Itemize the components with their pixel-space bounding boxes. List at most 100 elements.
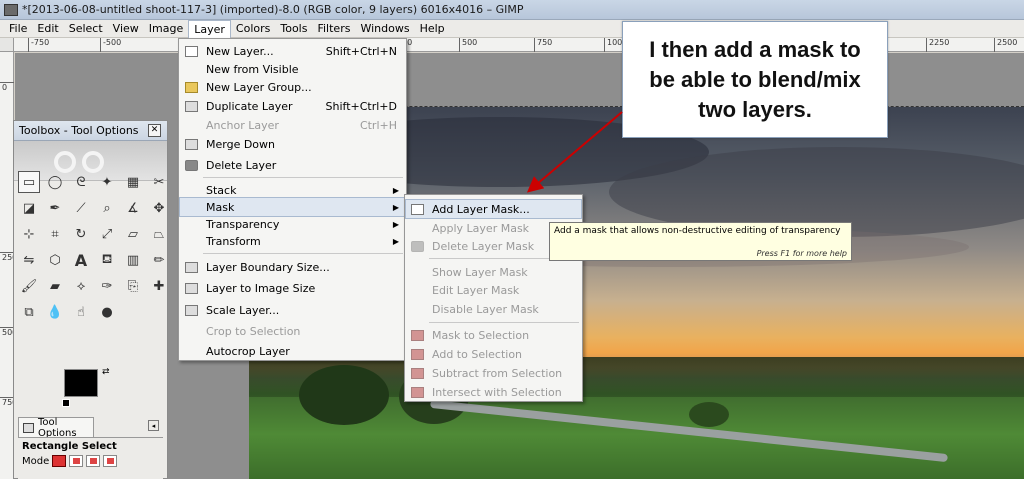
vertical-ruler[interactable]: 0 250 500 750 — [0, 52, 18, 479]
eraser-icon[interactable]: ▰ — [44, 275, 66, 297]
menu-item-subtract-from-selection[interactable]: Subtract from Selection — [406, 364, 581, 382]
move-icon[interactable]: ✥ — [148, 197, 170, 219]
blur-icon[interactable]: 💧 — [44, 301, 66, 323]
menu-image[interactable]: Image — [144, 20, 188, 38]
tab-tool-options[interactable]: Tool Options — [18, 417, 94, 439]
tool-options-icon — [23, 422, 34, 433]
zoom-icon[interactable]: ⌕ — [96, 197, 118, 219]
swap-colors-icon[interactable]: ⇄ — [102, 367, 110, 377]
cage-icon[interactable]: ⬡ — [44, 249, 66, 271]
menu-item-mask[interactable]: Mask ▶ — [179, 197, 406, 217]
menu-colors[interactable]: Colors — [231, 20, 275, 38]
menu-separator — [429, 322, 579, 323]
reset-colors-icon[interactable] — [62, 399, 70, 407]
menu-separator — [203, 177, 403, 178]
menu-view[interactable]: View — [108, 20, 144, 38]
airbrush-icon[interactable]: ⟡ — [70, 275, 92, 297]
menu-layer[interactable]: Layer — [188, 19, 231, 38]
tooltip-hint: Press F1 for more help — [756, 249, 847, 258]
ruler-corner[interactable] — [0, 38, 14, 52]
mode-replace-button[interactable] — [52, 455, 67, 467]
menu-item-mask-to-selection[interactable]: Mask to Selection — [406, 326, 581, 344]
scissors-icon[interactable]: ✂ — [148, 171, 170, 193]
color-select-icon[interactable]: ▦ — [122, 171, 144, 193]
menu-item-show-layer-mask[interactable]: Show Layer Mask — [406, 263, 581, 281]
crop-icon[interactable]: ⌗ — [44, 223, 66, 245]
clone-icon[interactable]: ⎘ — [122, 275, 144, 297]
tooltip-text: Add a mask that allows non-destructive e… — [554, 226, 841, 236]
menu-item-layer-boundary-size[interactable]: Layer Boundary Size... — [180, 258, 405, 276]
ruler-tick: -500 — [100, 38, 121, 52]
menu-item-new-layer[interactable]: New Layer... Shift+Ctrl+N — [180, 42, 405, 60]
dodge-burn-icon[interactable]: ● — [96, 301, 118, 323]
toolbox-title-bar[interactable]: Toolbox - Tool Options ✕ — [14, 121, 167, 141]
shear-icon[interactable]: ▱ — [122, 223, 144, 245]
tooltip: Add a mask that allows non-destructive e… — [549, 222, 852, 261]
menu-item-crop-to-selection[interactable]: Crop to Selection — [180, 322, 405, 340]
menu-item-autocrop-layer[interactable]: Autocrop Layer — [180, 342, 405, 360]
menu-item-delete-layer[interactable]: Delete Layer — [180, 156, 405, 174]
flip-icon[interactable]: ⇋ — [18, 249, 40, 271]
menu-item-merge-down[interactable]: Merge Down — [180, 135, 405, 153]
annotation-callout: I then add a mask to be able to blend/mi… — [622, 21, 888, 138]
menu-file[interactable]: File — [4, 20, 32, 38]
menu-windows[interactable]: Windows — [355, 20, 414, 38]
perspective-icon[interactable]: ⏢ — [148, 223, 170, 245]
menu-item-layer-to-image-size[interactable]: Layer to Image Size — [180, 279, 405, 297]
mode-add-button[interactable] — [69, 455, 84, 467]
foreground-color[interactable] — [64, 369, 98, 397]
align-icon[interactable]: ⊹ — [18, 223, 40, 245]
intersect-with-selection-icon — [411, 386, 424, 398]
menu-item-new-layer-group[interactable]: New Layer Group... — [180, 78, 405, 96]
menu-item-disable-layer-mask[interactable]: Disable Layer Mask — [406, 300, 581, 318]
menu-help[interactable]: Help — [415, 20, 450, 38]
smudge-icon[interactable]: ☝ — [70, 301, 92, 323]
blend-icon[interactable]: ▥ — [122, 249, 144, 271]
menu-item-edit-layer-mask[interactable]: Edit Layer Mask — [406, 281, 581, 299]
menu-item-scale-layer[interactable]: Scale Layer... — [180, 301, 405, 319]
mode-subtract-button[interactable] — [86, 455, 101, 467]
text-icon[interactable]: A — [70, 249, 92, 271]
menu-tools[interactable]: Tools — [275, 20, 312, 38]
menu-item-transparency[interactable]: Transparency ▶ — [180, 215, 405, 233]
color-picker-icon[interactable]: ⟋ — [70, 197, 92, 219]
fuzzy-select-icon[interactable]: ✦ — [96, 171, 118, 193]
foreground-select-icon[interactable]: ◪ — [18, 197, 40, 219]
ink-icon[interactable]: ✑ — [96, 275, 118, 297]
scale-layer-icon — [185, 304, 198, 316]
free-select-icon[interactable]: ᘓ — [70, 171, 92, 193]
pencil-icon[interactable]: ✏ — [148, 249, 170, 271]
wilber-eye-icon — [82, 151, 104, 173]
ellipse-select-icon[interactable]: ◯ — [44, 171, 66, 193]
menu-select[interactable]: Select — [64, 20, 108, 38]
paintbrush-icon[interactable]: 🖌 — [18, 275, 40, 297]
mode-label: Mode — [22, 455, 50, 467]
bucket-fill-icon[interactable]: ⛾ — [96, 249, 118, 271]
menu-item-add-to-selection[interactable]: Add to Selection — [406, 345, 581, 363]
close-icon[interactable]: ✕ — [148, 124, 161, 137]
ruler-tick: 750 — [0, 397, 18, 407]
measure-icon[interactable]: ∡ — [122, 197, 144, 219]
tree — [299, 365, 389, 425]
gimp-app-icon — [4, 3, 18, 16]
menu-item-anchor-layer[interactable]: Anchor Layer Ctrl+H — [180, 116, 405, 134]
menu-item-new-from-visible[interactable]: New from Visible — [180, 60, 405, 78]
menu-item-add-layer-mask[interactable]: Add Layer Mask... — [405, 199, 582, 219]
mode-intersect-button[interactable] — [103, 455, 118, 467]
new-layer-icon — [185, 45, 198, 57]
menu-edit[interactable]: Edit — [32, 20, 63, 38]
ruler-tick: 2250 — [926, 38, 949, 52]
configure-tab-icon[interactable]: ◂ — [148, 420, 159, 431]
perspective-clone-icon[interactable]: ⧉ — [18, 301, 40, 323]
rect-select-icon[interactable]: ▭ — [18, 171, 40, 193]
rotate-icon[interactable]: ↻ — [70, 223, 92, 245]
menu-filters[interactable]: Filters — [312, 20, 355, 38]
menu-item-duplicate-layer[interactable]: Duplicate Layer Shift+Ctrl+D — [180, 97, 405, 115]
scale-icon[interactable]: ⤢ — [96, 223, 118, 245]
paths-icon[interactable]: ✒ — [44, 197, 66, 219]
menu-item-transform[interactable]: Transform ▶ — [180, 232, 405, 250]
menu-item-stack[interactable]: Stack ▶ — [180, 181, 405, 199]
add-to-selection-icon — [411, 348, 424, 360]
menu-item-intersect-with-selection[interactable]: Intersect with Selection — [406, 383, 581, 401]
heal-icon[interactable]: ✚ — [148, 275, 170, 297]
